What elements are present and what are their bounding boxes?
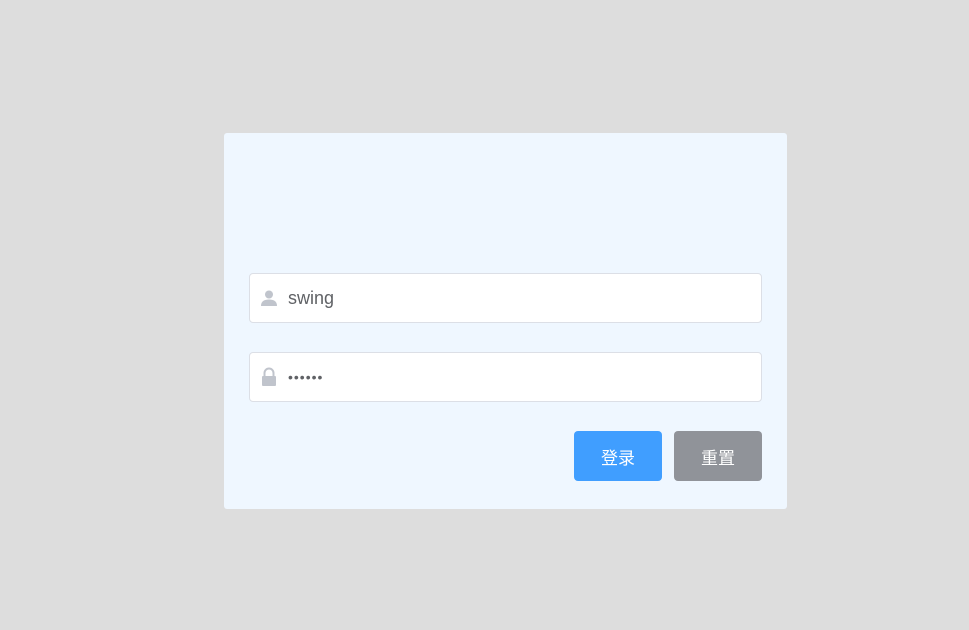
password-field[interactable]: [249, 352, 762, 402]
user-icon: [250, 274, 288, 322]
lock-icon: [250, 353, 288, 401]
password-input[interactable]: [288, 354, 761, 400]
reset-button[interactable]: 重置: [674, 431, 762, 481]
login-card: 登录 重置: [224, 133, 787, 509]
username-field[interactable]: [249, 273, 762, 323]
username-input[interactable]: [288, 275, 761, 321]
login-button[interactable]: 登录: [574, 431, 662, 481]
login-page: 登录 重置: [0, 0, 969, 630]
